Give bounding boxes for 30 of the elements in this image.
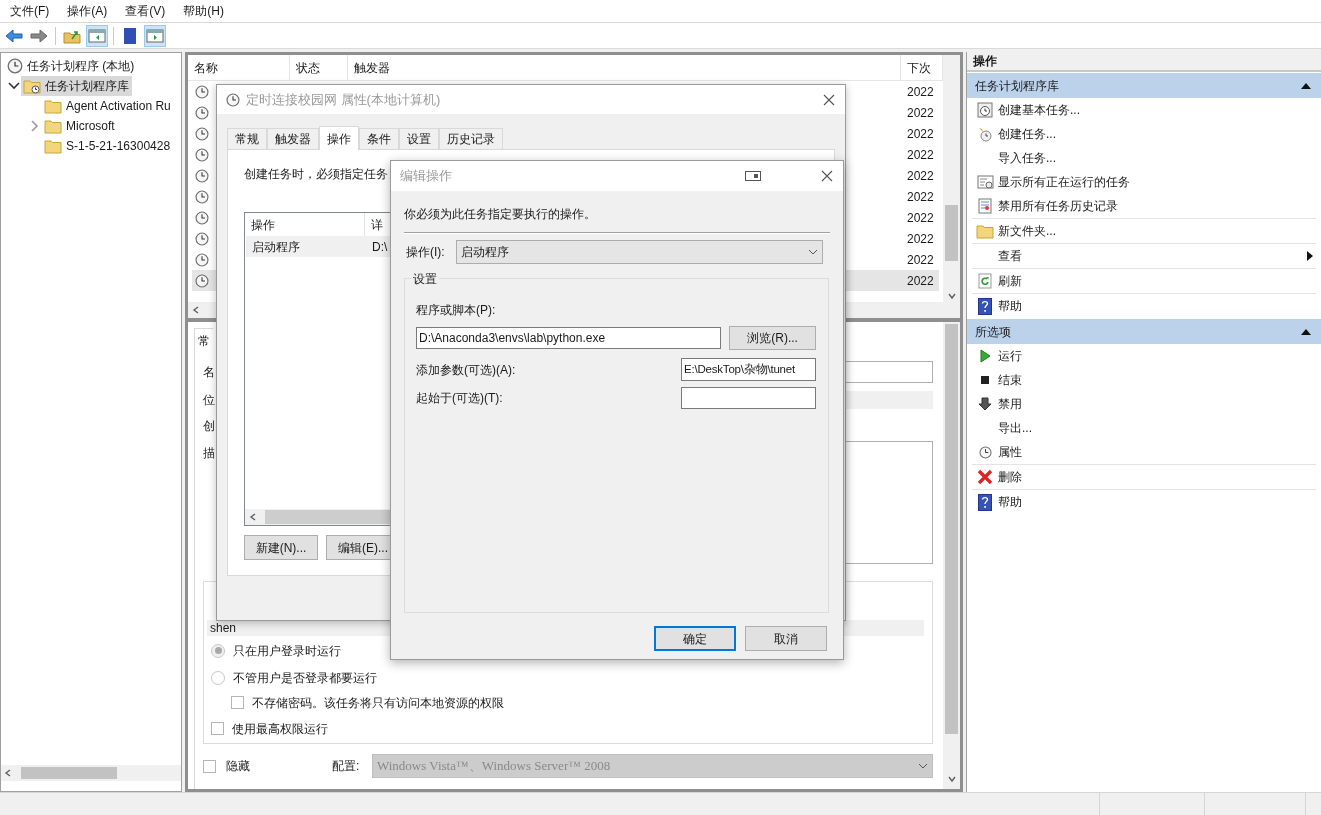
field-label: 位 xyxy=(203,392,216,409)
field-label: 添加参数(可选)(A): xyxy=(416,361,516,379)
config-label: 配置: xyxy=(332,758,361,775)
date-cell-text: 2022 xyxy=(907,251,934,269)
date-cell-text: 2022 xyxy=(907,272,934,290)
date-cell-text: 2022 xyxy=(907,230,934,248)
radio-label: 只在用户登录时运行 xyxy=(233,642,341,660)
field-label: 名 xyxy=(203,364,216,381)
checkbox-label: 使用最高权限运行 xyxy=(232,720,328,738)
field-label: 起始于(可选)(T): xyxy=(416,390,503,407)
field-label: 操作(I): xyxy=(405,244,446,261)
date-cell-text: 2022 xyxy=(907,167,934,185)
pane-title: 操作 xyxy=(967,52,1321,72)
field-label: 程序或脚本(P): xyxy=(416,302,496,319)
instruction-text: 你必须为此任务指定要执行的操作。 xyxy=(404,206,596,223)
dialog-title: 编辑操作 xyxy=(400,167,453,186)
instruction-text: 创建任务时，必须指定任务 xyxy=(244,166,388,183)
date-cell-text: 2022 xyxy=(907,188,934,206)
checkbox-label: 不存储密码。该任务将只有访问本地资源的权限 xyxy=(252,694,504,712)
date-cell-text: 2022 xyxy=(907,83,934,101)
field-label: 描 xyxy=(203,445,216,462)
date-cell-text: 2022 xyxy=(907,125,934,143)
group-label: 设置 xyxy=(411,270,439,288)
date-cell-text: 2022 xyxy=(907,146,934,164)
dialog-title: 定时连接校园网 属性(本地计算机) xyxy=(246,90,442,109)
field-label: 创 xyxy=(203,418,215,435)
date-cell-text: 2022 xyxy=(907,104,934,122)
checkbox-label: 隐藏 xyxy=(226,758,251,775)
date-cell-text: 2022 xyxy=(907,209,934,227)
radio-label: 不管用户是否登录都要运行 xyxy=(233,669,377,687)
